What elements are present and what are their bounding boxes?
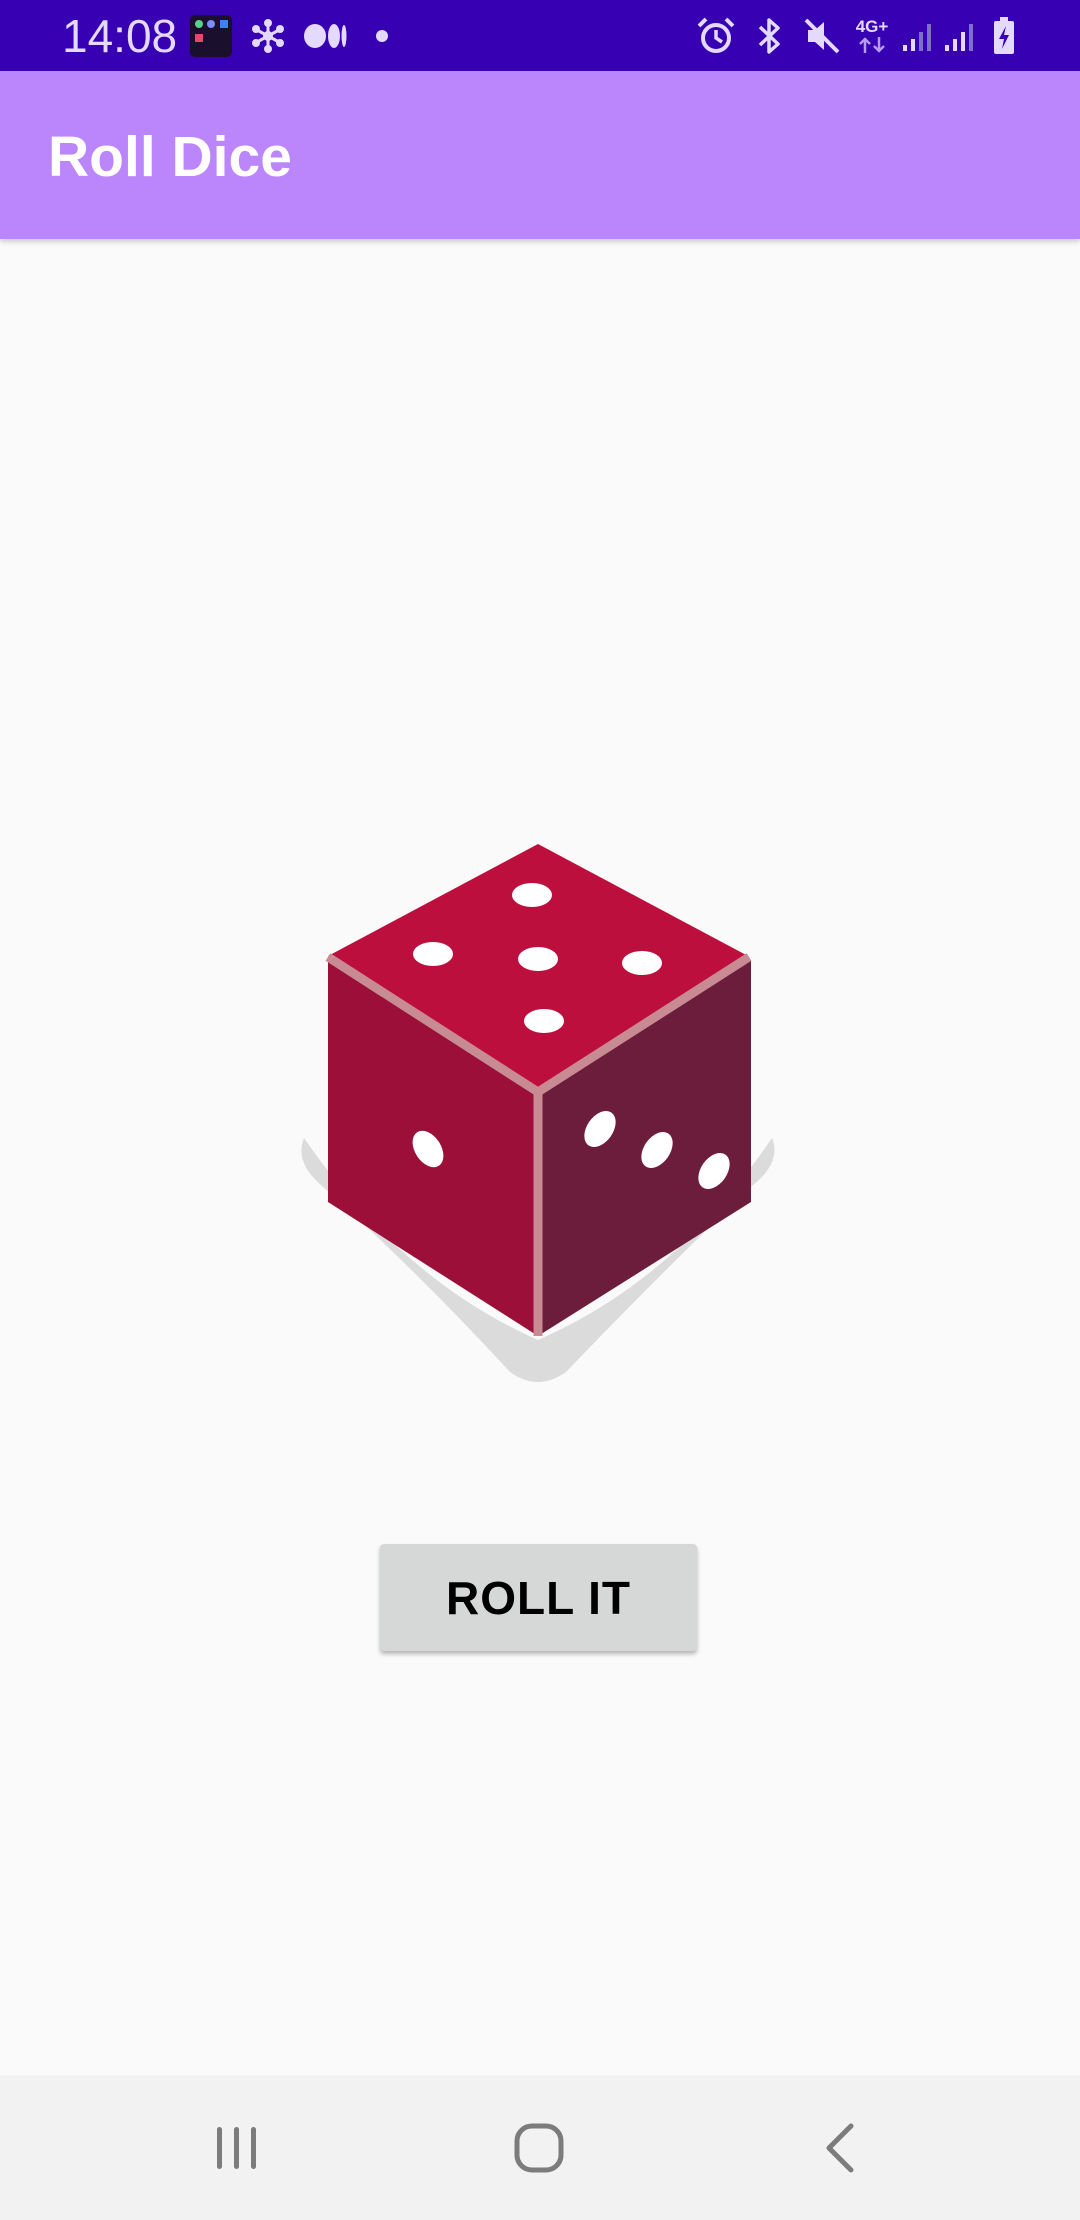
status-bar: 14:08 4G+ xyxy=(0,0,1080,71)
back-button[interactable] xyxy=(781,2075,901,2220)
dice-pip xyxy=(524,1009,564,1033)
recent-apps-icon xyxy=(217,2126,256,2169)
roll-it-button[interactable]: ROLL IT xyxy=(380,1544,697,1651)
app-grid-notification-icon xyxy=(188,0,234,71)
recent-apps-button[interactable] xyxy=(177,2075,297,2220)
notification-dot-icon xyxy=(372,0,392,71)
dice-pip xyxy=(413,942,453,966)
signal-strength-2-icon xyxy=(940,0,980,71)
battery-charging-icon xyxy=(988,0,1020,71)
home-icon xyxy=(514,2123,564,2172)
4g-plus-data-icon: 4G+ xyxy=(852,0,892,71)
connected-network-icon xyxy=(248,0,288,71)
app-bar: Roll Dice xyxy=(0,71,1080,239)
alarm-icon xyxy=(694,0,738,71)
status-time: 14:08 xyxy=(62,10,178,62)
dice-image xyxy=(296,840,780,1384)
mute-icon xyxy=(800,0,844,71)
dice-pip xyxy=(518,947,558,971)
home-button[interactable] xyxy=(479,2075,599,2220)
navigation-bar xyxy=(0,2075,1080,2220)
dice-pip xyxy=(622,951,662,975)
bluetooth-icon xyxy=(750,0,790,71)
dice-pip xyxy=(512,883,552,907)
medium-app-icon xyxy=(302,0,348,71)
dice-icon xyxy=(301,844,775,1382)
app-title: Roll Dice xyxy=(48,125,292,189)
signal-strength-icon xyxy=(898,0,938,71)
back-icon xyxy=(826,2123,854,2172)
network-type-label: 4G+ xyxy=(855,16,889,36)
